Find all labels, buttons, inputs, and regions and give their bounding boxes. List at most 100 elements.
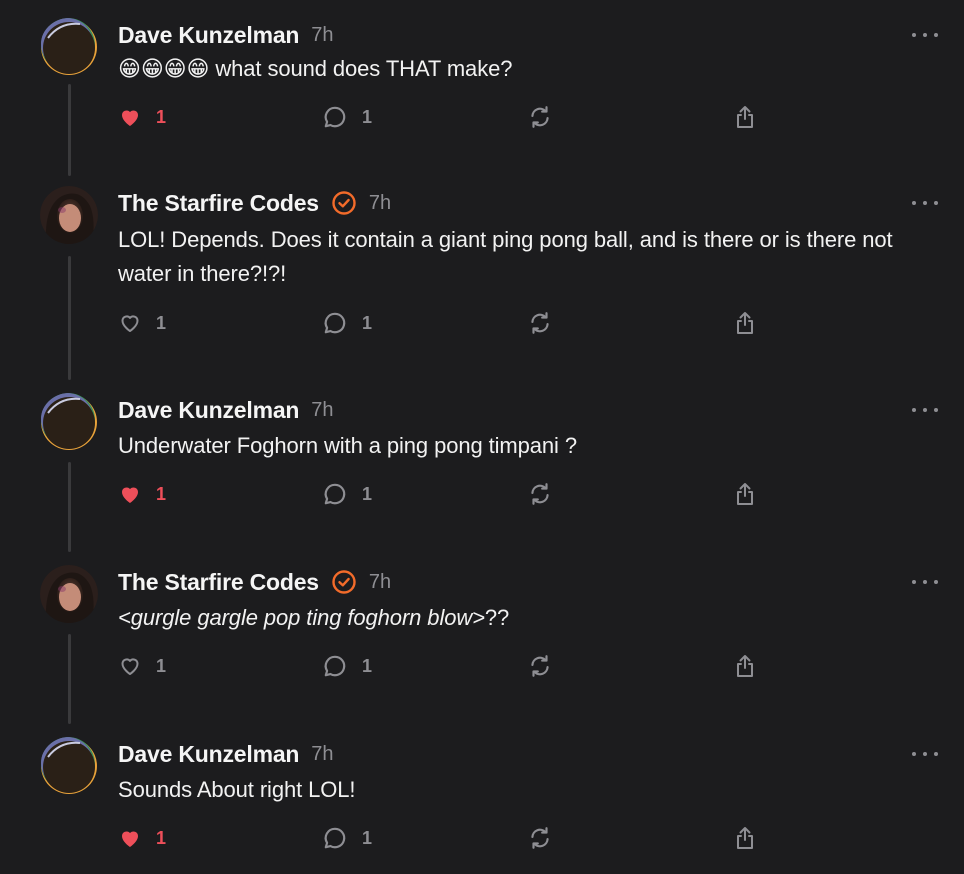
heart-filled-icon [122,487,138,503]
post-text-suffix: ?? [484,605,510,630]
share-icon [737,655,753,677]
repost-icon [531,655,549,677]
post-time[interactable]: 7h [369,571,391,594]
post: Dave Kunzelman 7h Sounds About right LOL… [0,737,964,867]
like-button[interactable]: 1 [118,479,166,509]
repost-button[interactable] [527,823,553,853]
like-button[interactable]: 1 [118,651,166,681]
like-button[interactable]: 1 [118,308,166,338]
reply-button[interactable]: 1 [322,651,372,681]
heart-filled-icon [122,831,138,847]
reply-count: 1 [362,483,373,504]
avatar[interactable] [40,393,98,451]
repost-icon [531,827,549,849]
share-button[interactable] [733,651,757,681]
share-button[interactable] [733,308,757,338]
author-name[interactable]: Dave Kunzelman [118,741,299,768]
post-time[interactable]: 7h [311,399,333,422]
avatar[interactable] [40,186,98,244]
share-button[interactable] [733,102,757,132]
share-icon [737,483,753,505]
reply-count: 1 [362,655,373,676]
like-count: 1 [156,106,167,127]
post-header: Dave Kunzelman 7h [118,20,334,50]
post-header: The Starfire Codes 7h [118,188,391,218]
avatar-starfire-image [40,565,98,623]
post: The Starfire Codes 7h <gurgle gargle pop… [0,565,964,695]
avatar[interactable] [40,565,98,623]
post-actions: 1 1 [0,102,964,132]
author-name[interactable]: Dave Kunzelman [118,397,299,424]
post-actions: 1 1 [0,479,964,509]
reply-count: 1 [362,312,373,333]
repost-icon [531,483,549,505]
comment-icon [324,827,346,849]
post-actions: 1 1 [0,823,964,853]
more-options-icon[interactable] [912,30,938,40]
share-icon [737,106,753,128]
avatar-dave-image [40,393,98,451]
author-name[interactable]: The Starfire Codes [118,190,319,217]
post-text: LOL! Depends. Does it contain a giant pi… [118,227,893,286]
post-time[interactable]: 7h [311,24,333,47]
avatar[interactable] [40,737,98,795]
heart-outline-icon [121,658,139,675]
more-options-icon[interactable] [912,405,938,415]
more-options-icon[interactable] [912,577,938,587]
reply-button[interactable]: 1 [322,479,372,509]
share-icon [737,312,753,334]
share-icon [737,827,753,849]
more-options-icon[interactable] [912,749,938,759]
repost-button[interactable] [527,651,553,681]
post-text: Underwater Foghorn with a ping pong timp… [118,433,577,458]
reply-button[interactable]: 1 [322,308,372,338]
comment-icon [324,312,346,334]
repost-button[interactable] [527,479,553,509]
heart-filled-icon [122,110,138,126]
like-button[interactable]: 1 [118,102,166,132]
author-name[interactable]: The Starfire Codes [118,569,319,596]
post-text: Sounds About right LOL! [118,777,356,802]
post-header: Dave Kunzelman 7h [118,739,334,769]
share-button[interactable] [733,479,757,509]
verified-badge-icon [332,570,356,594]
comment-icon [324,106,346,128]
like-button[interactable]: 1 [118,823,166,853]
verified-badge-icon [332,191,356,215]
avatar-starfire-image [40,186,98,244]
post-text: <gurgle gargle pop ting foghorn blow>?? [118,601,938,635]
post-time[interactable]: 7h [369,192,391,215]
avatar-dave-image [40,18,98,76]
comment-icon [324,655,346,677]
post-actions: 1 1 [0,308,964,338]
avatar[interactable] [40,18,98,76]
post: Dave Kunzelman 7h 😁😁😁😁 what sound does T… [0,18,964,138]
post-header: The Starfire Codes 7h [118,567,391,597]
reply-button[interactable]: 1 [322,102,372,132]
share-button[interactable] [733,823,757,853]
post-time[interactable]: 7h [311,743,333,766]
post-header: Dave Kunzelman 7h [118,395,334,425]
like-count: 1 [156,655,167,676]
repost-icon [531,106,549,128]
repost-button[interactable] [527,308,553,338]
repost-button[interactable] [527,102,553,132]
repost-icon [531,312,549,334]
post-text-italic: <gurgle gargle pop ting foghorn blow> [118,605,485,630]
reply-count: 1 [362,827,373,848]
comment-icon [324,483,346,505]
emoji-grin: 😁😁😁😁 [118,57,210,82]
like-count: 1 [156,827,167,848]
like-count: 1 [156,312,167,333]
reply-button[interactable]: 1 [322,823,372,853]
post-text: 😁😁😁😁 what sound does THAT make? [118,56,513,82]
author-name[interactable]: Dave Kunzelman [118,22,299,49]
avatar-dave-image [40,737,98,795]
heart-outline-icon [121,315,139,332]
reply-count: 1 [362,106,373,127]
like-count: 1 [156,483,167,504]
post: The Starfire Codes 7h LOL! Depends. Does… [0,186,964,346]
more-options-icon[interactable] [912,198,938,208]
post: Dave Kunzelman 7h Underwater Foghorn wit… [0,393,964,523]
post-actions: 1 1 [0,651,964,681]
